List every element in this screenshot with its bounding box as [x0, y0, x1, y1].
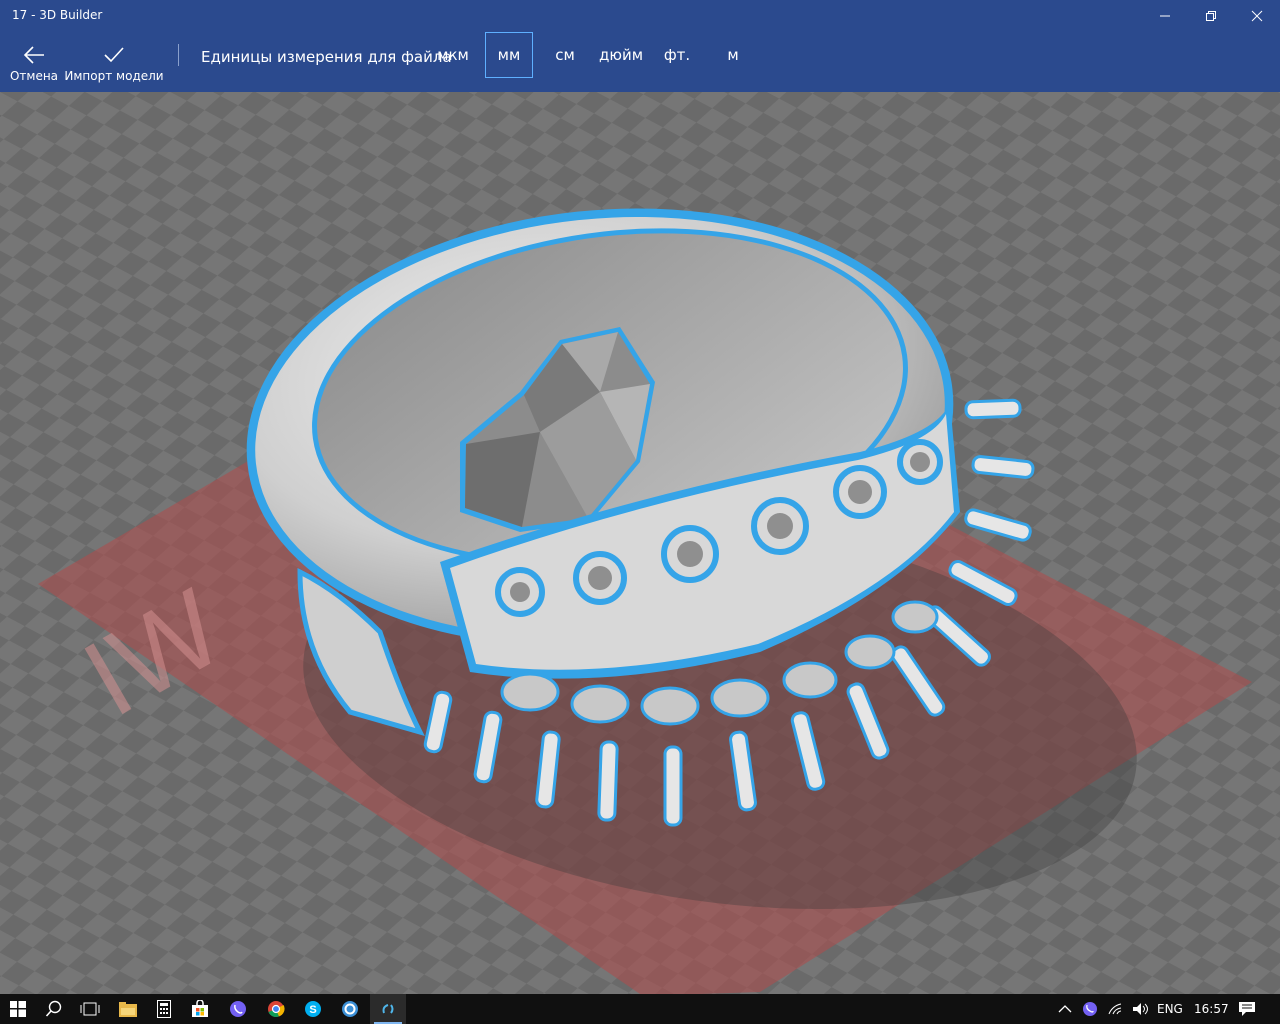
notifications-icon — [1239, 1002, 1255, 1016]
app-button[interactable] — [332, 994, 368, 1024]
app-ring-icon — [342, 1001, 358, 1017]
back-arrow-icon — [23, 44, 45, 66]
import-model-button[interactable]: Импорт модели — [64, 32, 164, 92]
speaker-icon — [1133, 1003, 1148, 1015]
file-explorer-button[interactable] — [110, 994, 146, 1024]
viber-button[interactable] — [220, 994, 256, 1024]
skype-button[interactable]: S — [295, 994, 331, 1024]
import-toolbar: Отмена Импорт модели Единицы измерения д… — [0, 32, 1280, 92]
show-hidden-icons-button[interactable] — [1058, 994, 1072, 1024]
3d-viewport[interactable]: WI — [0, 92, 1280, 994]
wifi-icon — [1108, 1003, 1122, 1015]
language-indicator[interactable]: ENG — [1157, 994, 1183, 1024]
import-model-label: Импорт модели — [64, 69, 164, 83]
volume-button[interactable] — [1132, 994, 1150, 1024]
network-button[interactable] — [1108, 994, 1126, 1024]
minimize-icon — [1160, 15, 1170, 17]
unit-foot-option[interactable]: фт. — [658, 32, 696, 78]
unit-micrometer-option[interactable]: мкм — [432, 32, 474, 78]
unit-millimeter-option[interactable]: мм — [485, 32, 533, 78]
folder-icon — [119, 1002, 137, 1017]
title-bar: 17 - 3D Builder — [0, 0, 1280, 32]
windows-logo-icon — [10, 1001, 26, 1017]
restore-button[interactable] — [1188, 0, 1234, 32]
unit-inch-option[interactable]: дюйм — [596, 32, 646, 78]
task-view-icon — [80, 1002, 100, 1016]
taskbar: S ENG 16:57 — [0, 994, 1280, 1024]
calculator-button[interactable] — [146, 994, 182, 1024]
chrome-icon — [268, 1001, 285, 1018]
window-title: 17 - 3D Builder — [12, 8, 103, 22]
close-button[interactable] — [1234, 0, 1280, 32]
task-view-button[interactable] — [72, 994, 108, 1024]
units-label: Единицы измерения для файла — [201, 48, 452, 66]
cancel-label: Отмена — [9, 69, 59, 83]
close-icon — [1251, 10, 1263, 22]
store-bag-icon — [192, 1000, 208, 1017]
viber-icon — [230, 1001, 246, 1017]
minimize-button[interactable] — [1142, 0, 1188, 32]
tray-viber[interactable] — [1082, 994, 1098, 1024]
3d-builder-taskbar-button[interactable] — [370, 994, 406, 1024]
skype-icon: S — [305, 1001, 321, 1017]
clock[interactable]: 16:57 — [1194, 994, 1229, 1024]
calculator-icon — [157, 1000, 171, 1018]
search-icon — [45, 1000, 62, 1017]
restore-icon — [1206, 11, 1216, 21]
unit-centimeter-option[interactable]: см — [545, 32, 585, 78]
unit-meter-option[interactable]: м — [715, 32, 751, 78]
chevron-up-icon — [1058, 1005, 1072, 1013]
search-button[interactable] — [36, 994, 72, 1024]
store-button[interactable] — [182, 994, 218, 1024]
svg-text:S: S — [309, 1004, 316, 1016]
action-center-button[interactable] — [1238, 994, 1256, 1024]
viber-tray-icon — [1083, 1002, 1097, 1016]
3d-builder-icon — [382, 1004, 394, 1014]
cancel-button[interactable]: Отмена — [8, 32, 60, 92]
start-button[interactable] — [0, 994, 36, 1024]
toolbar-divider — [178, 44, 179, 66]
chrome-button[interactable] — [258, 994, 294, 1024]
checkmark-icon — [103, 44, 125, 66]
